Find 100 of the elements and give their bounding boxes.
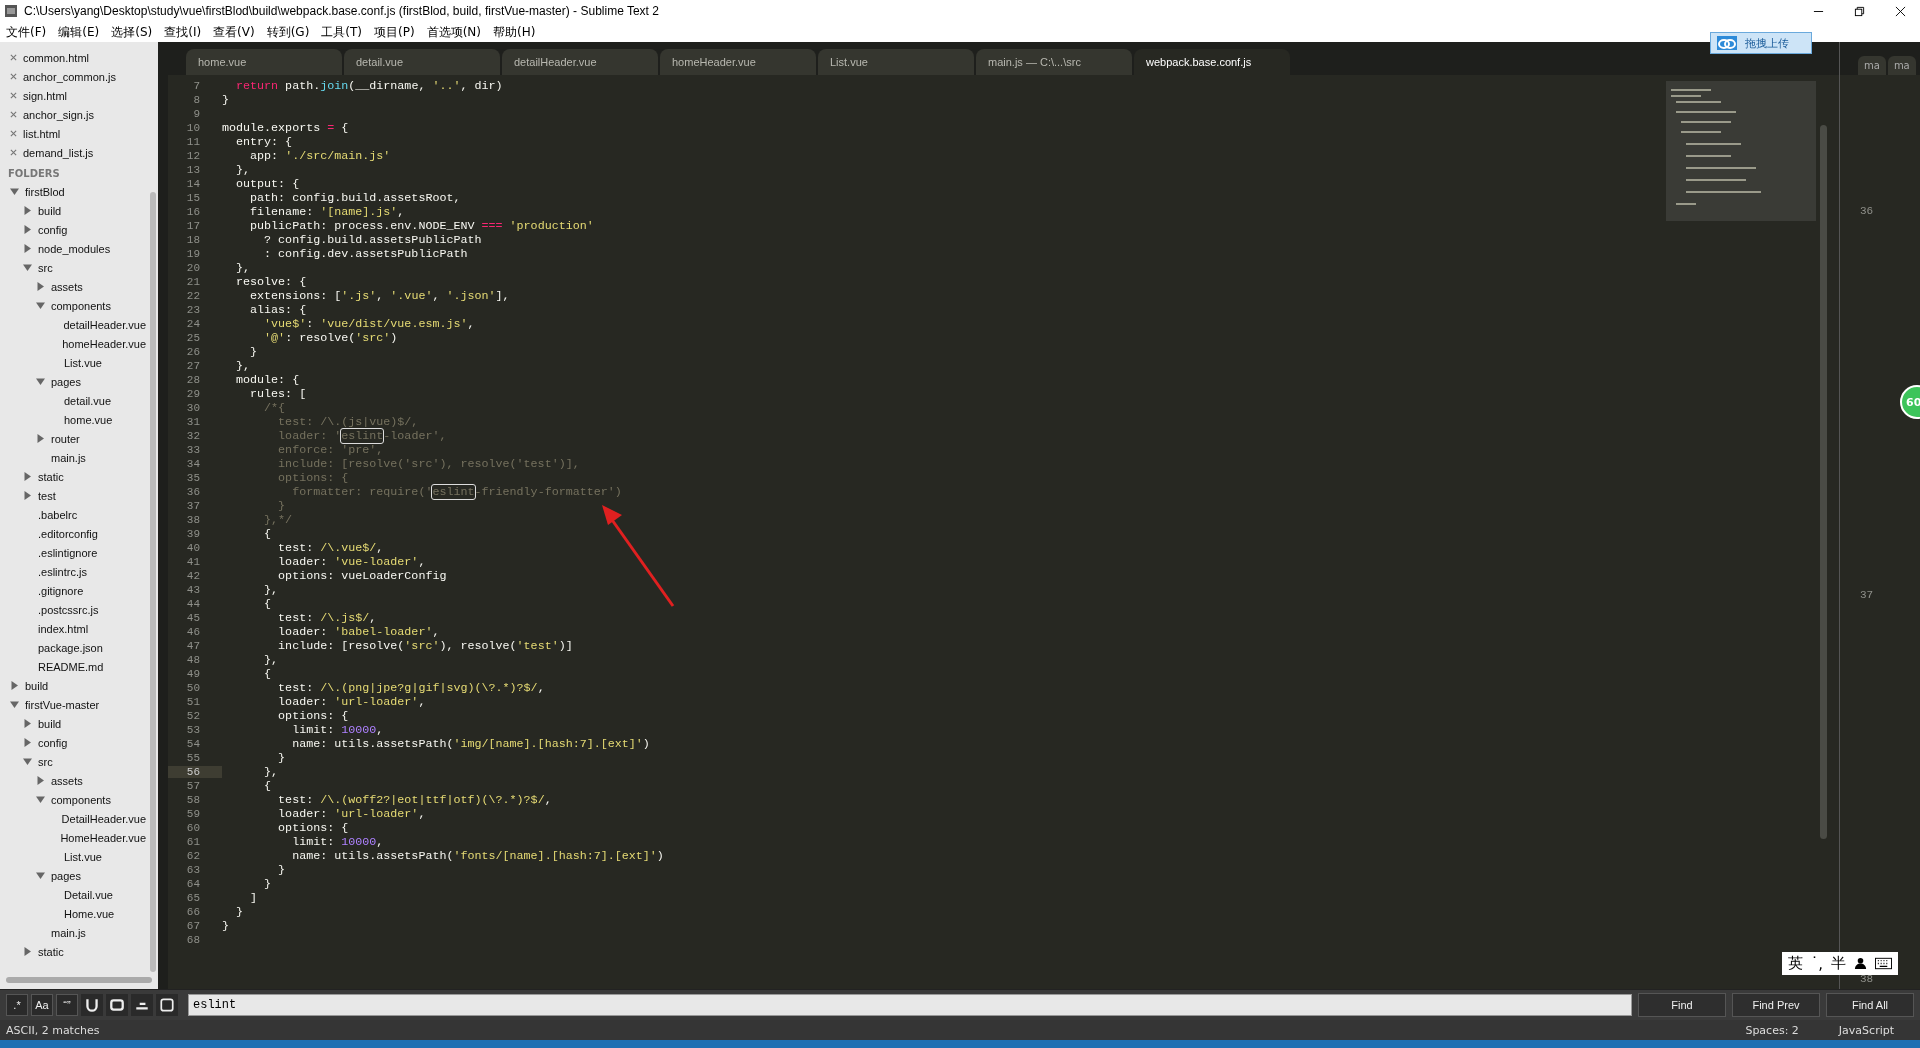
folder-item[interactable]: src xyxy=(38,261,53,274)
scrollbar[interactable] xyxy=(150,192,156,972)
disclosure-icon[interactable] xyxy=(23,491,32,500)
file-item[interactable]: main.js xyxy=(51,926,86,939)
option-toggle[interactable]: .* xyxy=(6,994,28,1016)
disclosure-icon[interactable] xyxy=(36,282,45,291)
file-item[interactable]: .eslintrc.js xyxy=(38,565,87,578)
file-item[interactable]: detailHeader.vue xyxy=(63,318,146,331)
disclosure-icon[interactable] xyxy=(36,776,45,785)
folder-item[interactable]: test xyxy=(38,489,56,502)
disclosure-icon[interactable] xyxy=(23,947,32,956)
disclosure-icon[interactable] xyxy=(23,206,32,215)
open-file[interactable]: anchor_sign.js xyxy=(23,108,94,121)
folder-item[interactable]: components xyxy=(51,793,111,806)
open-file[interactable]: sign.html xyxy=(23,89,68,102)
menu-item[interactable]: 首选项(N) xyxy=(426,23,481,41)
find-button[interactable]: Find Prev xyxy=(1732,993,1820,1017)
file-item[interactable]: homeHeader.vue xyxy=(62,337,146,350)
find-button[interactable]: Find xyxy=(1638,993,1726,1017)
disclosure-icon[interactable] xyxy=(23,263,32,272)
close-icon[interactable] xyxy=(1895,5,1906,17)
folder-item[interactable]: components xyxy=(51,299,111,312)
file-tab[interactable]: home.vue xyxy=(186,49,342,75)
open-file[interactable]: list.html xyxy=(23,127,61,140)
file-item[interactable]: README.md xyxy=(38,660,104,673)
file-item[interactable]: .postcssrc.js xyxy=(38,603,99,616)
menu-item[interactable]: 文件(F) xyxy=(6,23,47,41)
syntax-setting[interactable]: JavaScript xyxy=(1838,1023,1894,1037)
folder-item[interactable]: assets xyxy=(51,280,83,293)
keyboard-icon[interactable] xyxy=(1875,957,1892,970)
folder-item[interactable]: build xyxy=(38,717,62,730)
open-file[interactable]: common.html xyxy=(23,51,90,64)
file-item[interactable]: .eslintignore xyxy=(38,546,98,559)
scrollbar[interactable] xyxy=(6,977,152,983)
folder-item[interactable]: firstVue-master xyxy=(25,698,100,711)
folder-item[interactable]: build xyxy=(25,679,49,692)
file-item[interactable]: List.vue xyxy=(64,356,102,369)
menu-item[interactable]: 转到(G) xyxy=(266,23,310,41)
file-item[interactable]: .gitignore xyxy=(38,584,84,597)
folder-item[interactable]: build xyxy=(38,204,62,217)
wrap-icon[interactable] xyxy=(81,994,103,1016)
option-toggle[interactable]: “” xyxy=(56,994,78,1016)
disclosure-icon[interactable] xyxy=(10,700,19,709)
checkbox-icon[interactable] xyxy=(156,994,178,1016)
open-file[interactable]: anchor_common.js xyxy=(23,70,116,83)
disclosure-icon[interactable] xyxy=(36,301,45,310)
disclosure-icon[interactable] xyxy=(36,795,45,804)
disclosure-icon[interactable] xyxy=(10,187,19,196)
restore-icon[interactable] xyxy=(1854,5,1865,17)
file-item[interactable]: index.html xyxy=(38,622,89,635)
disclosure-icon[interactable] xyxy=(23,225,32,234)
highlight-icon[interactable] xyxy=(131,994,153,1016)
folder-item[interactable]: pages xyxy=(51,869,81,882)
folder-item[interactable]: router xyxy=(51,432,80,445)
menu-item[interactable]: 查看(V) xyxy=(213,23,255,41)
folder-item[interactable]: firstBlod xyxy=(25,185,65,198)
upload-button[interactable]: 拖拽上传 xyxy=(1710,32,1812,54)
file-tab[interactable]: ma xyxy=(1887,56,1916,75)
disclosure-icon[interactable] xyxy=(36,871,45,880)
folder-item[interactable]: src xyxy=(38,755,53,768)
folder-item[interactable]: assets xyxy=(51,774,83,787)
disclosure-icon[interactable] xyxy=(23,719,32,728)
user-icon[interactable] xyxy=(1854,957,1867,970)
option-toggle[interactable]: Aa xyxy=(31,994,53,1016)
disclosure-icon[interactable] xyxy=(36,434,45,443)
file-item[interactable]: detail.vue xyxy=(64,394,112,407)
menu-item[interactable]: 工具(T) xyxy=(321,23,363,41)
search-field[interactable]: eslint xyxy=(188,994,1632,1016)
selection-icon[interactable] xyxy=(106,994,128,1016)
ime-toggle[interactable]: 英 xyxy=(1787,954,1803,973)
disclosure-icon[interactable] xyxy=(23,757,32,766)
menu-item[interactable]: 项目(P) xyxy=(374,23,415,41)
folder-item[interactable]: node_modules xyxy=(38,242,111,255)
file-item[interactable]: main.js xyxy=(51,451,86,464)
folder-item[interactable]: static xyxy=(38,470,64,483)
disclosure-icon[interactable] xyxy=(36,377,45,386)
file-item[interactable]: Detail.vue xyxy=(64,888,113,901)
file-item[interactable]: Home.vue xyxy=(64,907,115,920)
find-button[interactable]: Find All xyxy=(1826,993,1914,1017)
file-item[interactable]: home.vue xyxy=(64,413,113,426)
disclosure-icon[interactable] xyxy=(23,472,32,481)
file-tab[interactable]: detailHeader.vue xyxy=(502,49,658,75)
folder-item[interactable]: pages xyxy=(51,375,81,388)
scrollbar[interactable] xyxy=(1820,125,1827,839)
open-file[interactable]: demand_list.js xyxy=(23,146,94,159)
file-tab[interactable]: List.vue xyxy=(818,49,974,75)
disclosure-icon[interactable] xyxy=(10,681,19,690)
folder-item[interactable]: static xyxy=(38,945,64,958)
menu-item[interactable]: 查找(I) xyxy=(164,23,202,41)
folder-item[interactable]: config xyxy=(38,223,68,236)
file-item[interactable]: .babelrc xyxy=(38,508,78,521)
folder-item[interactable]: config xyxy=(38,736,68,749)
menu-item[interactable]: 选择(S) xyxy=(111,23,153,41)
file-tab[interactable]: main.js — C:\...\src xyxy=(976,49,1132,75)
disclosure-icon[interactable] xyxy=(23,738,32,747)
file-item[interactable]: .editorconfig xyxy=(38,527,98,540)
file-item[interactable]: DetailHeader.vue xyxy=(61,812,146,825)
file-item[interactable]: List.vue xyxy=(64,850,102,863)
file-tab[interactable]: webpack.base.conf.js xyxy=(1134,49,1290,75)
minimap[interactable] xyxy=(1666,81,1816,221)
